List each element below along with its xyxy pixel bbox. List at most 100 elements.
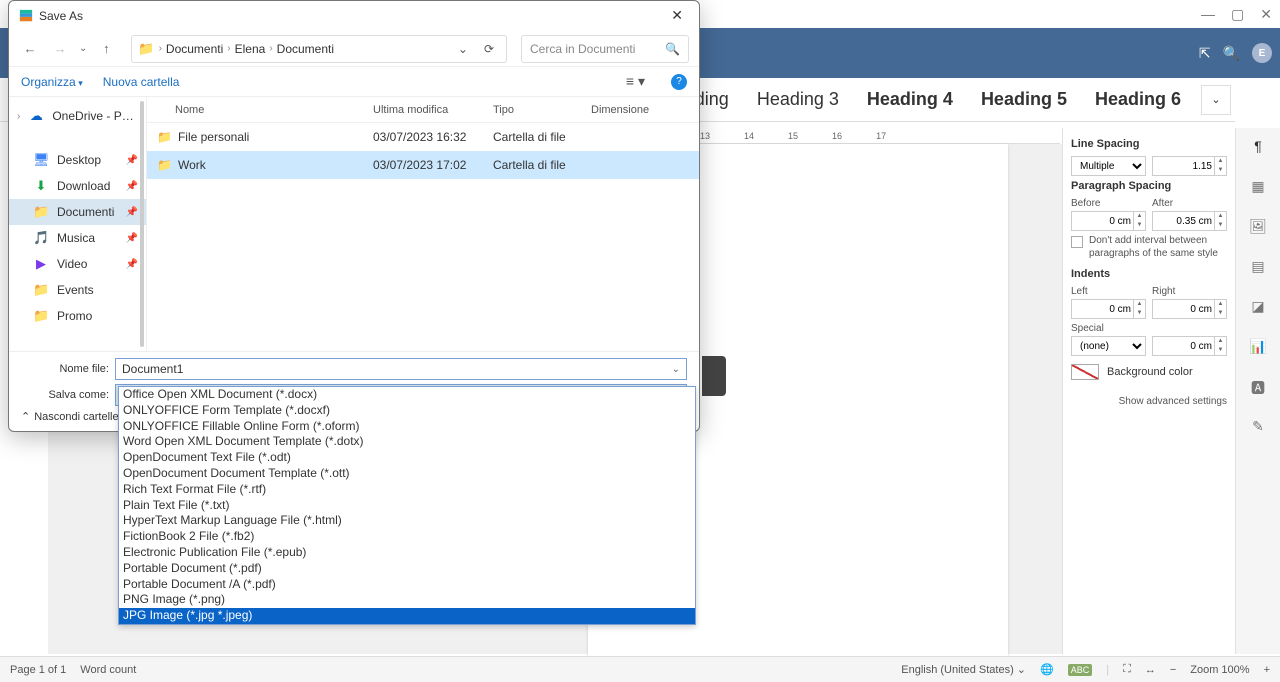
spellcheck-icon[interactable]: 🌐 [1040,663,1054,676]
file-type-option[interactable]: ONLYOFFICE Fillable Online Form (*.oform… [119,419,695,435]
folder-icon: 📁 [138,41,154,57]
fit-width-icon[interactable]: ↔ [1145,664,1156,676]
file-row[interactable]: 📁Work03/07/2023 17:02Cartella di file [147,151,699,179]
history-dropdown[interactable]: ⌄ [79,43,87,54]
video-icon: ▶ [33,256,49,272]
background-color-label: Background color [1107,366,1193,378]
indent-right[interactable]: ▲▼ [1152,299,1227,319]
filename-input[interactable]: Document1⌄ [115,358,687,380]
navigation-pane: ›☁OneDrive - Perso 🖥Desktop📌⬇Download📌📁Do… [9,97,147,351]
line-spacing-mode[interactable]: Multiple [1071,156,1146,176]
nav-item-desktop[interactable]: 🖥Desktop📌 [9,147,146,173]
paragraph-settings-panel: Line Spacing Multiple ▲▼ Paragraph Spaci… [1062,128,1235,654]
language-selector[interactable]: English (United States) ⌄ [901,663,1026,676]
close-window-button[interactable]: ✕ [1260,6,1272,23]
save-as-dialog: Save As ✕ ← → ⌄ ↑ 📁 › Documenti › Elena … [8,0,700,432]
signature-tab-icon[interactable]: ✎ [1247,418,1269,440]
show-advanced-settings[interactable]: Show advanced settings [1071,396,1227,407]
zoom-in[interactable]: + [1264,664,1270,676]
shape-tab-icon[interactable]: ◪ [1247,298,1269,320]
file-type-option[interactable]: Plain Text File (*.txt) [119,498,695,514]
refresh-button[interactable]: ⟳ [478,42,500,56]
background-color-swatch[interactable] [1071,364,1099,380]
styles-expand[interactable]: ⌄ [1201,85,1231,115]
file-type-option[interactable]: Electronic Publication File (*.epub) [119,545,695,561]
style-heading-4[interactable]: Heading 4 [853,83,967,116]
page-indicator[interactable]: Page 1 of 1 [10,664,66,676]
folder-icon: 📁 [33,308,49,324]
table-tab-icon[interactable]: ▦ [1247,178,1269,200]
file-type-option[interactable]: ONLYOFFICE Form Template (*.docxf) [119,403,695,419]
style-heading-5[interactable]: Heading 5 [967,83,1081,116]
column-size[interactable]: Dimensione [581,104,661,116]
nav-item-events[interactable]: 📁Events [9,277,146,303]
zoom-level[interactable]: Zoom 100% [1190,664,1249,676]
file-type-option[interactable]: JPG Image (*.jpg *.jpeg) [119,608,695,624]
column-type[interactable]: Tipo [483,104,581,116]
user-avatar[interactable]: E [1252,43,1272,63]
new-folder-button[interactable]: Nuova cartella [103,75,180,89]
organize-menu[interactable]: Organizza [21,75,83,89]
file-type-option[interactable]: OpenDocument Document Template (*.ott) [119,466,695,482]
indent-left[interactable]: ▲▼ [1071,299,1146,319]
file-type-option[interactable]: Office Open XML Document (*.docx) [119,387,695,403]
track-changes-icon[interactable]: ABC [1068,664,1093,676]
back-button[interactable]: ← [19,38,41,60]
pin-icon: 📌 [126,181,138,192]
help-button[interactable]: ? [671,74,687,90]
file-type-dropdown[interactable]: Office Open XML Document (*.docx)ONLYOFF… [118,386,696,625]
nav-item-download[interactable]: ⬇Download📌 [9,173,146,199]
file-type-option[interactable]: Portable Document /A (*.pdf) [119,577,695,593]
image-tab-icon[interactable]: 🖼 [1247,218,1269,240]
search-icon[interactable]: 🔍 [1223,45,1240,62]
file-type-option[interactable]: PNG Image (*.png) [119,592,695,608]
file-type-option[interactable]: Word Open XML Document Template (*.dotx) [119,434,695,450]
save-as-type-label: Salva come: [21,389,109,401]
address-bar[interactable]: 📁 › Documenti › Elena › Documenti ⌄ ⟳ [131,35,507,63]
zoom-out[interactable]: − [1170,664,1176,676]
spacing-after[interactable]: ▲▼ [1152,211,1227,231]
file-type-option[interactable]: OpenDocument Text File (*.odt) [119,450,695,466]
view-options[interactable]: ≡ ▾ [620,73,651,90]
nav-item-musica[interactable]: 🎵Musica📌 [9,225,146,251]
address-dropdown[interactable]: ⌄ [452,42,474,56]
pin-icon: 📌 [126,207,138,218]
cloud-icon: ☁ [28,108,44,124]
file-type-option[interactable]: HyperText Markup Language File (*.html) [119,513,695,529]
search-input[interactable]: Cerca in Documenti 🔍 [521,35,689,63]
forward-button[interactable]: → [49,38,71,60]
file-type-option[interactable]: Portable Document (*.pdf) [119,561,695,577]
nav-item-promo[interactable]: 📁Promo [9,303,146,329]
folder-icon: 📁 [157,158,172,172]
floating-toolbar[interactable] [702,356,726,396]
file-type-option[interactable]: FictionBook 2 File (*.fb2) [119,529,695,545]
style-heading-6[interactable]: Heading 6 [1081,83,1195,116]
spacing-before[interactable]: ▲▼ [1071,211,1146,231]
chart-tab-icon[interactable]: 📊 [1247,338,1269,360]
paragraph-tab-icon[interactable]: ¶ [1247,138,1269,160]
style-heading-3[interactable]: Heading 3 [743,83,853,116]
textart-tab-icon[interactable]: 🅰 [1247,378,1269,400]
nav-item-video[interactable]: ▶Video📌 [9,251,146,277]
column-name[interactable]: Nome [147,104,363,116]
fit-page-icon[interactable]: ⛶ [1123,663,1131,676]
header-tab-icon[interactable]: ▤ [1247,258,1269,280]
minimize-button[interactable]: — [1201,6,1215,22]
nav-item-documenti[interactable]: 📁Documenti📌 [9,199,146,225]
line-spacing-value[interactable]: ▲▼ [1152,156,1227,176]
open-location-icon[interactable]: ⇱ [1199,45,1211,62]
status-bar: Page 1 of 1 Word count English (United S… [0,656,1280,682]
dont-add-interval-checkbox[interactable]: Don't add interval between paragraphs of… [1071,235,1227,260]
pin-icon: 📌 [126,233,138,244]
up-button[interactable]: ↑ [95,38,117,60]
indent-special-by[interactable]: ▲▼ [1152,336,1227,356]
dialog-close-button[interactable]: ✕ [665,5,689,26]
maximize-button[interactable]: ▢ [1231,6,1244,23]
indent-special[interactable]: (none) [1071,336,1146,356]
search-icon: 🔍 [665,42,680,56]
column-modified[interactable]: Ultima modifica [363,104,483,116]
nav-item-onedrive---perso[interactable]: ›☁OneDrive - Perso [9,103,146,129]
file-row[interactable]: 📁File personali03/07/2023 16:32Cartella … [147,123,699,151]
word-count[interactable]: Word count [80,664,136,676]
file-type-option[interactable]: Rich Text Format File (*.rtf) [119,482,695,498]
